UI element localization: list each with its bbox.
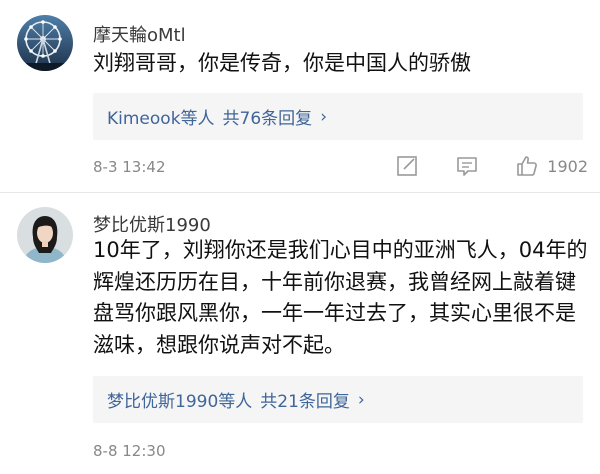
comment-text: 10年了，刘翔你还是我们心目中的亚洲飞人，04年的辉煌还历历在目，十年前你退赛，… <box>93 238 588 357</box>
reply-users: Kimeook等人 <box>107 109 215 129</box>
comment-username[interactable]: 梦比优斯1990 <box>93 211 211 237</box>
reply-count: 共21条回复 <box>260 392 350 412</box>
comment-timestamp: 8-8 12:30 <box>93 442 166 460</box>
thumbs-up-icon[interactable] <box>515 154 539 178</box>
comment-item: 梦比优斯1990 10年了，刘翔你还是我们心目中的亚洲飞人，04年的辉煌还历历在… <box>0 193 600 474</box>
comment-timestamp: 8-3 13:42 <box>93 158 166 176</box>
comment-item: 摩天輪oMtl 刘翔哥哥，你是传奇，你是中国人的骄傲 Kimeook等人 共76… <box>0 0 600 190</box>
comment-text: 刘翔哥哥，你是传奇，你是中国人的骄傲 <box>93 51 471 75</box>
chevron-right-icon: › <box>320 106 327 127</box>
reply-users: 梦比优斯1990等人 <box>107 392 253 412</box>
comment-username[interactable]: 摩天輪oMtl <box>93 21 186 47</box>
chevron-right-icon: › <box>357 389 365 410</box>
user-avatar[interactable] <box>17 15 73 71</box>
ferris-wheel-icon <box>17 15 73 71</box>
comment-actions: 1902 <box>359 154 588 178</box>
edit-reply-icon[interactable] <box>395 154 419 178</box>
person-icon <box>17 207 73 263</box>
replies-summary-button[interactable]: 梦比优斯1990等人 共21条回复 › <box>93 376 583 423</box>
reply-count: 共76条回复 <box>222 109 313 129</box>
user-avatar[interactable] <box>17 207 73 263</box>
replies-summary-button[interactable]: Kimeook等人 共76条回复 › <box>93 93 583 140</box>
like-count: 1902 <box>547 156 588 176</box>
comment-icon[interactable] <box>455 154 479 178</box>
